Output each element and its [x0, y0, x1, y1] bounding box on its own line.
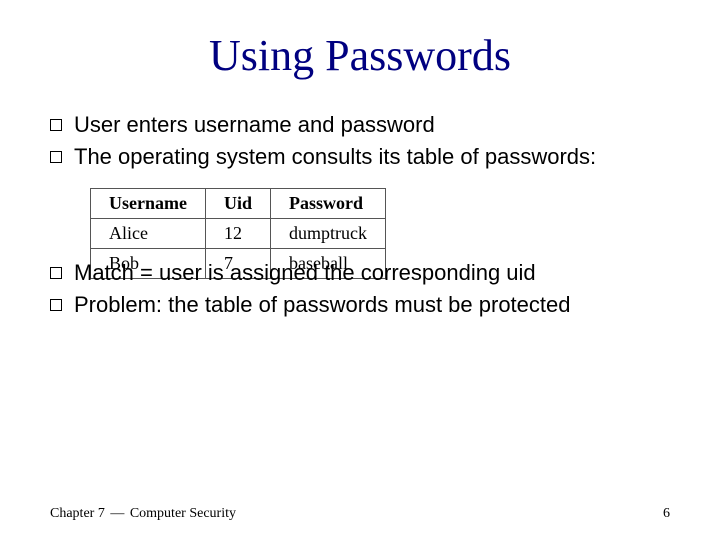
slide-title: Using Passwords [50, 30, 670, 81]
bullet-item: Problem: the table of passwords must be … [50, 291, 670, 319]
square-bullet-icon [50, 267, 62, 279]
bullet-item: User enters username and password [50, 111, 670, 139]
footer-chapter: Chapter 7 — Computer Security [50, 506, 236, 522]
bullet-item: Match = user is assigned the correspondi… [50, 259, 670, 287]
bullet-text: The operating system consults its table … [74, 143, 670, 171]
slide-footer: Chapter 7 — Computer Security 6 [50, 506, 670, 522]
cell-username: Alice [91, 219, 206, 249]
footer-chapter-label: Chapter 7 [50, 506, 105, 521]
bullet-item: The operating system consults its table … [50, 143, 670, 171]
col-password: Password [271, 189, 386, 219]
square-bullet-icon [50, 151, 62, 163]
square-bullet-icon [50, 119, 62, 131]
cell-uid: 12 [205, 219, 270, 249]
bullet-list-bottom: Match = user is assigned the correspondi… [50, 259, 670, 318]
bullet-list-top: User enters username and password The op… [50, 111, 670, 170]
square-bullet-icon [50, 299, 62, 311]
footer-dash: — [108, 506, 126, 521]
bullet-text: Problem: the table of passwords must be … [74, 291, 670, 319]
col-username: Username [91, 189, 206, 219]
table-row: Alice 12 dumptruck [91, 219, 386, 249]
col-uid: Uid [205, 189, 270, 219]
bullet-text: Match = user is assigned the correspondi… [74, 259, 670, 287]
footer-topic: Computer Security [130, 506, 236, 521]
table-header-row: Username Uid Password [91, 189, 386, 219]
footer-page-number: 6 [663, 506, 670, 522]
bullet-text: User enters username and password [74, 111, 670, 139]
cell-password: dumptruck [271, 219, 386, 249]
